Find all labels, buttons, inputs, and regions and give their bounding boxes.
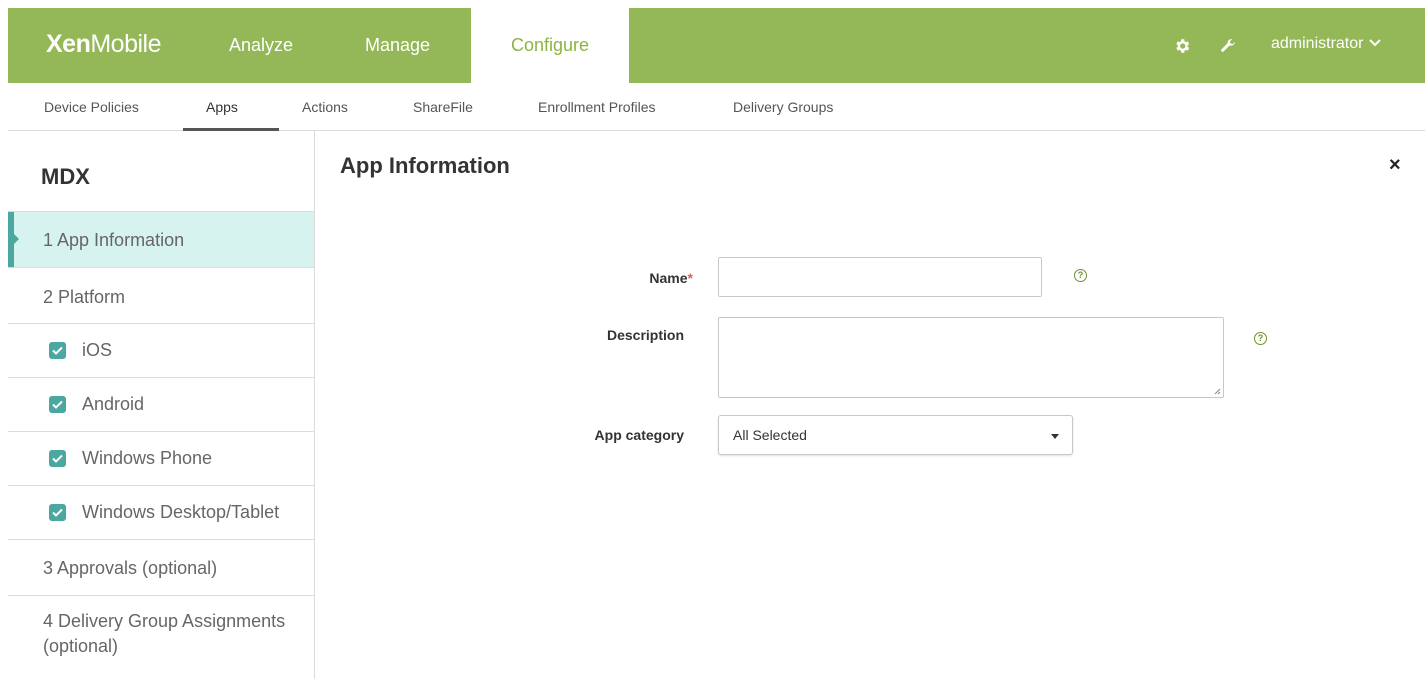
top-bar: XenMobile Analyze Manage Configure admin… bbox=[8, 8, 1425, 83]
sub-navigation: Device Policies Apps Actions ShareFile E… bbox=[8, 83, 1425, 131]
subnav-enrollment-profiles[interactable]: Enrollment Profiles bbox=[538, 99, 656, 115]
wizard-sidebar: MDX 1 App Information 2 Platform iOS And… bbox=[8, 131, 315, 679]
username: administrator bbox=[1271, 35, 1364, 52]
user-menu[interactable]: administrator bbox=[1271, 35, 1382, 53]
xenmobile-logo[interactable]: XenMobile bbox=[46, 30, 162, 59]
page-title: App Information bbox=[340, 153, 510, 178]
close-icon[interactable]: × bbox=[1389, 154, 1401, 177]
gear-icon[interactable] bbox=[1171, 35, 1193, 57]
app-category-select[interactable]: All Selected bbox=[718, 415, 1073, 455]
description-textarea[interactable] bbox=[718, 317, 1224, 398]
resize-handle-icon[interactable] bbox=[1213, 387, 1221, 395]
subnav-sharefile[interactable]: ShareFile bbox=[413, 99, 473, 115]
wizard-steps: 1 App Information 2 Platform iOS Android… bbox=[8, 211, 314, 675]
step-platform[interactable]: 2 Platform bbox=[8, 267, 314, 323]
help-icon[interactable]: ? bbox=[1074, 269, 1087, 282]
subnav-actions[interactable]: Actions bbox=[302, 99, 348, 115]
description-label: Description bbox=[606, 327, 684, 343]
subnav-apps[interactable]: Apps bbox=[206, 99, 238, 115]
platform-android[interactable]: Android bbox=[8, 377, 314, 431]
chevron-down-icon bbox=[1369, 35, 1382, 51]
checkbox-checked-icon[interactable] bbox=[49, 504, 66, 521]
name-input[interactable] bbox=[718, 257, 1042, 297]
wrench-icon[interactable] bbox=[1217, 35, 1239, 57]
step-app-information[interactable]: 1 App Information bbox=[8, 211, 314, 267]
help-icon[interactable]: ? bbox=[1254, 332, 1267, 345]
platform-windows-phone[interactable]: Windows Phone bbox=[8, 431, 314, 485]
nav-analyze[interactable]: Analyze bbox=[229, 8, 309, 83]
name-label: Name* bbox=[649, 270, 693, 286]
step-delivery-group-assignments[interactable]: 4 Delivery Group Assignments (optional) bbox=[8, 595, 314, 675]
sidebar-title: MDX bbox=[41, 164, 90, 189]
app-category-label: App category bbox=[594, 427, 684, 443]
step-approvals[interactable]: 3 Approvals (optional) bbox=[8, 539, 314, 595]
caret-down-icon bbox=[1051, 434, 1059, 439]
nav-manage[interactable]: Manage bbox=[365, 8, 455, 83]
platform-ios[interactable]: iOS bbox=[8, 323, 314, 377]
required-marker: * bbox=[687, 270, 693, 286]
checkbox-checked-icon[interactable] bbox=[49, 396, 66, 413]
checkbox-checked-icon[interactable] bbox=[49, 342, 66, 359]
subnav-device-policies[interactable]: Device Policies bbox=[44, 99, 139, 115]
nav-configure[interactable]: Configure bbox=[471, 8, 629, 83]
checkbox-checked-icon[interactable] bbox=[49, 450, 66, 467]
subnav-delivery-groups[interactable]: Delivery Groups bbox=[733, 99, 833, 115]
platform-windows-desktop-tablet[interactable]: Windows Desktop/Tablet bbox=[8, 485, 314, 539]
